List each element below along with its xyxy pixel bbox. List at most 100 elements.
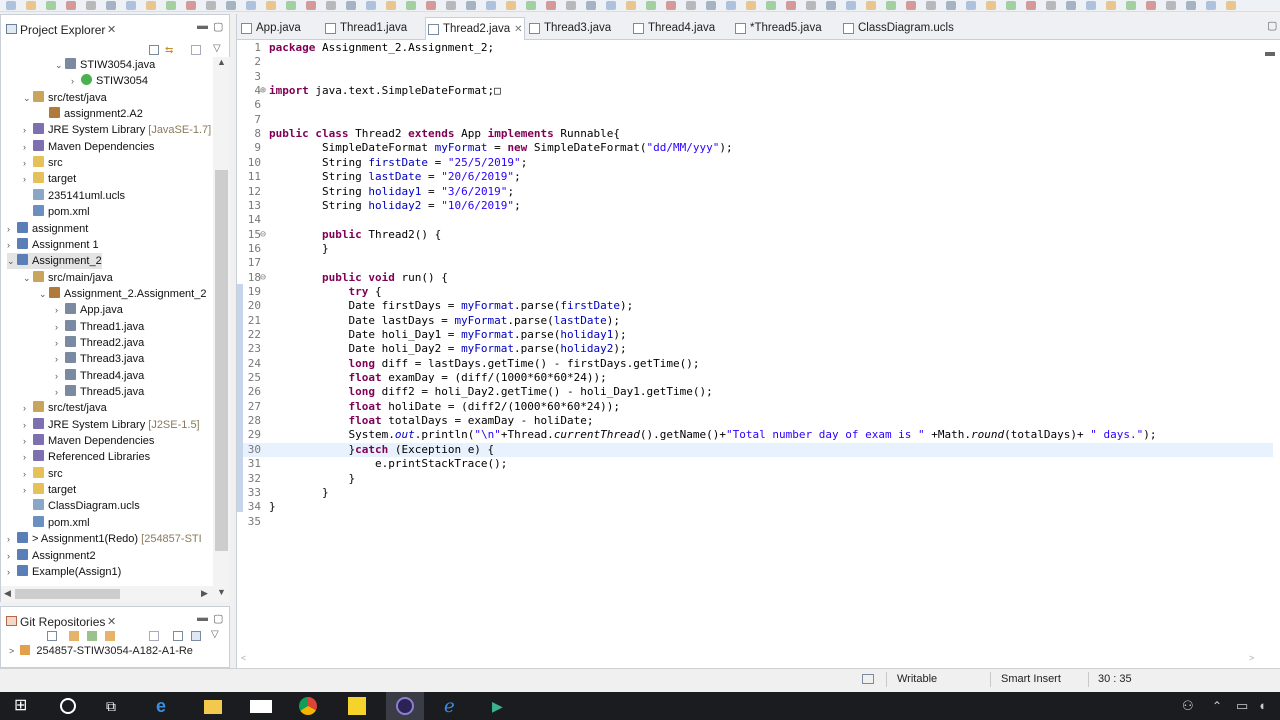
scroll-right-icon[interactable]: > (1249, 653, 1254, 663)
maximize-icon[interactable]: ▢ (213, 612, 223, 625)
code-line[interactable]: 18 ⊖ public void run() { (243, 271, 1273, 285)
code-line[interactable]: 14 (243, 213, 1273, 227)
toolbar-button-icon[interactable] (906, 1, 916, 10)
show-hidden-icon[interactable]: ⌃ (1212, 697, 1230, 715)
code-line[interactable]: 3 (243, 70, 1273, 84)
expand-icon[interactable]: › (55, 302, 65, 318)
toolbar-button-icon[interactable] (486, 1, 496, 10)
expand-icon[interactable]: › (23, 449, 33, 465)
expand-icon[interactable]: › (23, 139, 33, 155)
toolbar-button-icon[interactable] (886, 1, 896, 10)
code-line[interactable]: 20 Date firstDays = myFormat.parse(first… (243, 299, 1273, 313)
tree-item[interactable]: › src/test/java (23, 400, 107, 416)
tree-item[interactable]: › Thread4.java (55, 368, 144, 384)
search-icon[interactable] (60, 698, 76, 714)
tree-item[interactable]: 235141uml.ucls (23, 188, 125, 204)
toolbar-button-icon[interactable] (26, 1, 36, 10)
code-line[interactable]: 19 try { (243, 285, 1273, 299)
create-repo-icon[interactable] (105, 631, 115, 641)
toolbar-button-icon[interactable] (1106, 1, 1116, 10)
code-line[interactable]: 15 ⊖ public Thread2() { (243, 228, 1273, 242)
toolbar-button-icon[interactable] (1026, 1, 1036, 10)
toolbar-button-icon[interactable] (926, 1, 936, 10)
expand-icon[interactable]: › (23, 122, 33, 138)
toolbar-button-icon[interactable] (786, 1, 796, 10)
tree-item[interactable]: › JRE System Library [J2SE-1.5] (23, 417, 200, 433)
toolbar-button-icon[interactable] (686, 1, 696, 10)
tree-item[interactable]: ⌄ STIW3054.java (55, 57, 155, 73)
toolbar-button-icon[interactable] (106, 1, 116, 10)
toolbar-button-icon[interactable] (546, 1, 556, 10)
toolbar-button-icon[interactable] (966, 1, 976, 10)
collapse-all-icon[interactable] (47, 631, 57, 641)
expand-icon[interactable]: › (55, 335, 65, 351)
toolbar-button-icon[interactable] (1186, 1, 1196, 10)
toolbar-button-icon[interactable] (566, 1, 576, 10)
code-line[interactable]: 21 Date lastDays = myFormat.parse(lastDa… (243, 314, 1273, 328)
code-line[interactable]: 10 String firstDate = "25/5/2019"; (243, 156, 1273, 170)
editor-tab[interactable]: *Thread5.java (733, 17, 833, 40)
toolbar-button-icon[interactable] (1206, 1, 1216, 10)
sticky-notes-icon[interactable] (348, 697, 366, 715)
tree-item[interactable]: pom.xml (23, 515, 90, 531)
toolbar-button-icon[interactable] (1006, 1, 1016, 10)
code-line[interactable]: 33 } (243, 486, 1273, 500)
expand-icon[interactable]: › (23, 417, 33, 433)
code-line[interactable]: 35 (243, 515, 1273, 529)
toolbar-button-icon[interactable] (986, 1, 996, 10)
network-icon[interactable]: ▭ (1236, 697, 1254, 715)
toolbar-button-icon[interactable] (286, 1, 296, 10)
toolbar-button-icon[interactable] (1226, 1, 1236, 10)
scroll-down-icon[interactable]: ▼ (217, 587, 226, 597)
editor-tab[interactable]: Thread2.java ✕ (425, 17, 525, 40)
toolbar-button-icon[interactable] (946, 1, 956, 10)
collapse-icon[interactable]: ⌄ (7, 253, 17, 269)
git-repo-item[interactable]: > 254857-STIW3054-A182-A1-Re (9, 645, 193, 657)
code-line[interactable]: 7 (243, 113, 1273, 127)
toolbar-button-icon[interactable] (226, 1, 236, 10)
collapse-fold-icon[interactable]: ⊖ (260, 228, 266, 242)
link-editor-icon[interactable]: ⇆ (165, 45, 177, 56)
tree-item[interactable]: ⌄ src/test/java (23, 90, 107, 106)
chrome-icon[interactable] (299, 697, 317, 715)
tree-item[interactable]: › Maven Dependencies (23, 139, 154, 155)
volume-icon[interactable]: ◖ (1258, 697, 1276, 715)
task-view-icon[interactable]: ⧉ (106, 697, 124, 715)
tree-item[interactable]: › > Assignment1(Redo) [254857-STI (7, 531, 202, 547)
tree-item[interactable]: › Thread3.java (55, 351, 144, 367)
vscode-icon[interactable]: ▶ (492, 697, 510, 715)
tree-item[interactable]: › Example(Assign1) (7, 564, 121, 580)
expand-icon[interactable]: › (55, 319, 65, 335)
link-icon[interactable] (173, 631, 183, 641)
editor-horizontal-scrollbar[interactable]: < > (241, 653, 1261, 665)
collapse-icon[interactable]: ⌄ (39, 286, 49, 302)
tree-vertical-scrollbar[interactable]: ▲ ▼ (213, 57, 230, 602)
scroll-right-icon[interactable]: ▶ (201, 588, 208, 599)
collapse-icon[interactable]: ⌄ (23, 90, 33, 106)
code-line[interactable]: 30 }catch (Exception e) { (243, 442, 1273, 458)
toolbar-button-icon[interactable] (726, 1, 736, 10)
code-line[interactable]: 17 (243, 256, 1273, 270)
expand-icon[interactable]: › (7, 531, 17, 547)
maximize-icon[interactable]: ▢ (1267, 19, 1277, 32)
minimize-icon[interactable]: ▬ (197, 612, 208, 624)
expand-icon[interactable]: › (7, 564, 17, 580)
expand-icon[interactable]: › (23, 171, 33, 187)
code-line[interactable]: 11 String lastDate = "20/6/2019"; (243, 170, 1273, 184)
tree-scroll-thumb[interactable] (215, 170, 228, 551)
minimize-icon[interactable]: ▬ (197, 20, 208, 32)
toolbar-button-icon[interactable] (166, 1, 176, 10)
code-line[interactable]: 22 Date holi_Day1 = myFormat.parse(holid… (243, 328, 1273, 342)
close-icon[interactable]: ✕ (107, 615, 116, 628)
toolbar-button-icon[interactable] (606, 1, 616, 10)
code-line[interactable]: 13 String holiday2 = "10/6/2019"; (243, 199, 1273, 213)
project-explorer-tab[interactable]: Project Explorer ✕ ▬ ▢ (1, 15, 229, 43)
code-line[interactable]: 32 } (243, 472, 1273, 486)
tree-item[interactable]: › assignment (7, 221, 88, 237)
scroll-up-icon[interactable]: ▲ (217, 57, 226, 67)
toolbar-button-icon[interactable] (306, 1, 316, 10)
close-icon[interactable]: ✕ (514, 24, 522, 35)
expand-icon[interactable]: › (23, 155, 33, 171)
expand-icon[interactable]: › (55, 351, 65, 367)
toolbar-button-icon[interactable] (646, 1, 656, 10)
